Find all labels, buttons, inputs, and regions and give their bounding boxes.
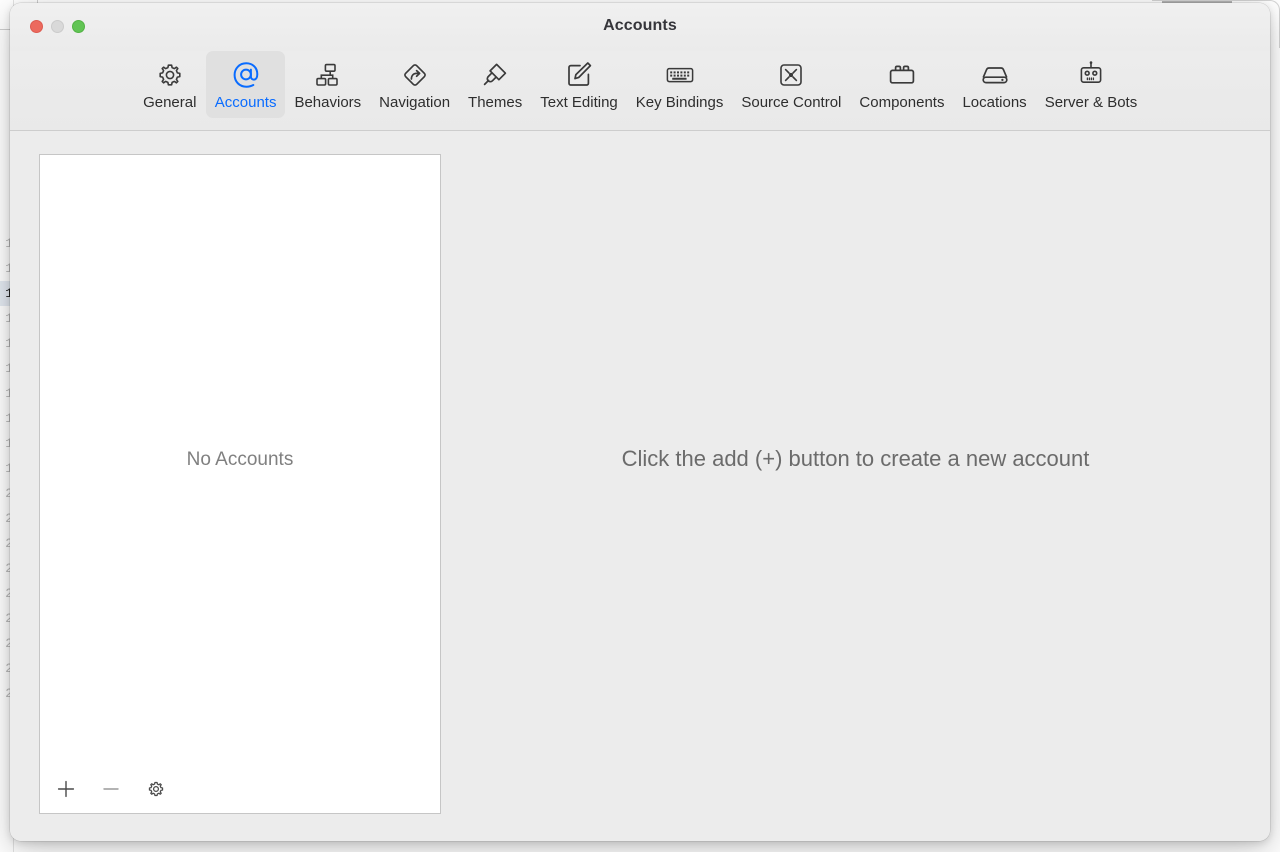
preferences-window: Accounts General Accounts Behaviors Navi…	[10, 3, 1270, 841]
toolbar-item-accounts[interactable]: Accounts	[205, 51, 286, 118]
accounts-list-footer	[40, 765, 440, 813]
road-sign-arrow-icon	[399, 59, 431, 91]
toolbar-item-server-and-bots[interactable]: Server & Bots	[1036, 51, 1147, 118]
toolbar-item-label: General	[143, 94, 197, 111]
toolbar-item-text-editing[interactable]: Text Editing	[531, 51, 627, 118]
toolbar-item-label: Source Control	[741, 94, 842, 111]
toolbar-item-source-control[interactable]: Source Control	[732, 51, 850, 118]
toolbar-item-themes[interactable]: Themes	[459, 51, 531, 118]
paint-brush-icon	[479, 59, 511, 91]
window-title: Accounts	[603, 17, 677, 34]
pencil-square-icon	[564, 59, 594, 91]
toolbar-item-label: Locations	[962, 94, 1027, 111]
window-title-bar: Accounts	[10, 3, 1270, 51]
account-options-button[interactable]	[143, 776, 169, 802]
toolbar-item-label: Components	[859, 94, 945, 111]
preferences-body: No Accounts Click the add (+) button to …	[10, 131, 1270, 841]
at-sign-icon	[230, 59, 262, 91]
toolbar-item-label: Themes	[468, 94, 523, 111]
toolbar-item-label: Key Bindings	[635, 94, 724, 111]
accounts-empty-label: No Accounts	[186, 449, 294, 470]
robot-icon	[1075, 59, 1107, 91]
toolbar-item-general[interactable]: General	[134, 51, 206, 118]
toolbox-icon	[886, 59, 918, 91]
toolbar-item-label: Server & Bots	[1044, 94, 1138, 111]
accounts-list[interactable]: No Accounts	[40, 155, 440, 765]
preferences-toolbar: General Accounts Behaviors Navigation Th…	[10, 51, 1270, 131]
keyboard-icon	[664, 59, 696, 91]
gear-icon	[155, 59, 185, 91]
hierarchy-icon	[313, 59, 343, 91]
toolbar-item-label: Accounts	[214, 94, 277, 111]
add-account-button[interactable]	[53, 776, 79, 802]
toolbar-item-components[interactable]: Components	[850, 51, 953, 118]
merge-branch-square-icon	[776, 59, 806, 91]
account-detail-pane: Click the add (+) button to create a new…	[441, 154, 1270, 841]
hard-drive-icon	[979, 59, 1011, 91]
accounts-list-panel: No Accounts	[39, 154, 441, 814]
toolbar-item-key-bindings[interactable]: Key Bindings	[627, 51, 733, 118]
detail-empty-message: Click the add (+) button to create a new…	[621, 446, 1090, 471]
toolbar-item-behaviors[interactable]: Behaviors	[285, 51, 370, 118]
toolbar-item-navigation[interactable]: Navigation	[370, 51, 459, 118]
toolbar-item-locations[interactable]: Locations	[953, 51, 1035, 118]
toolbar-item-label: Text Editing	[540, 94, 618, 111]
remove-account-button[interactable]	[98, 776, 124, 802]
toolbar-item-label: Navigation	[379, 94, 451, 111]
toolbar-item-label: Behaviors	[294, 94, 362, 111]
